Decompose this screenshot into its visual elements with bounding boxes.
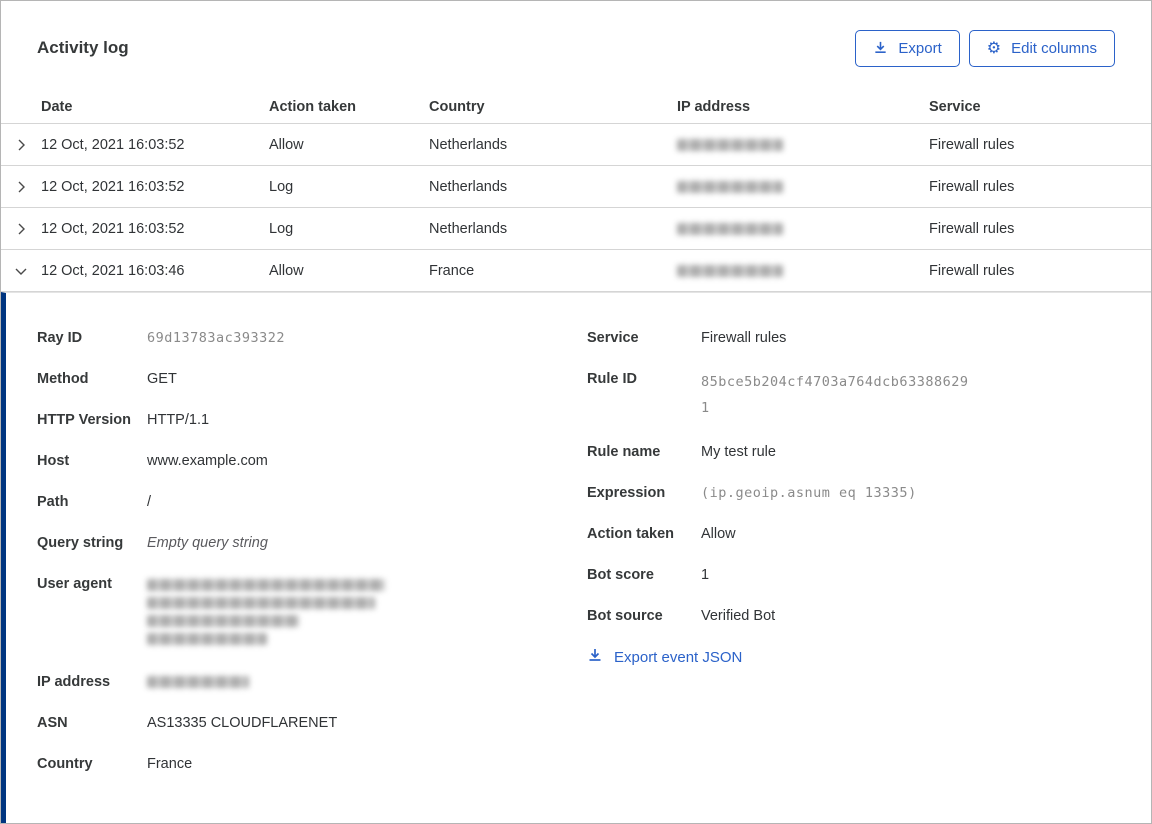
detail-field-ray-id: Ray ID 69d13783ac393322 bbox=[37, 328, 587, 348]
column-header-action-taken: Action taken bbox=[269, 99, 429, 115]
toolbar: Export ⚙ Edit columns bbox=[855, 30, 1115, 67]
download-icon bbox=[873, 40, 888, 58]
asn-value: AS13335 CLOUDFLARENET bbox=[147, 713, 337, 733]
row-ip-redacted bbox=[677, 263, 929, 279]
detail-field-method: Method GET bbox=[37, 369, 587, 389]
export-button-label: Export bbox=[898, 41, 941, 56]
chevron-down-icon bbox=[14, 264, 28, 278]
row-action-taken: Log bbox=[269, 179, 429, 195]
row-service: Firewall rules bbox=[929, 263, 1151, 279]
country-value: France bbox=[147, 754, 192, 774]
table-row-expanded: 12 Oct, 2021 16:03:46 Allow France Firew… bbox=[1, 250, 1151, 292]
table-row: 12 Oct, 2021 16:03:52 Log Netherlands Fi… bbox=[1, 208, 1151, 250]
table-header-row: Date Action taken Country IP address Ser… bbox=[1, 91, 1151, 124]
row-date: 12 Oct, 2021 16:03:46 bbox=[41, 263, 269, 279]
table-row: 12 Oct, 2021 16:03:52 Log Netherlands Fi… bbox=[1, 166, 1151, 208]
row-date: 12 Oct, 2021 16:03:52 bbox=[41, 137, 269, 153]
row-service: Firewall rules bbox=[929, 137, 1151, 153]
detail-field-service: Service Firewall rules bbox=[587, 328, 1115, 348]
gear-icon: ⚙ bbox=[987, 41, 1001, 57]
detail-field-country: Country France bbox=[37, 754, 587, 774]
column-header-ip-address: IP address bbox=[677, 99, 929, 115]
column-header-date: Date bbox=[41, 99, 269, 115]
row-country: Netherlands bbox=[429, 179, 677, 195]
detail-field-host: Host www.example.com bbox=[37, 451, 587, 471]
table-row: 12 Oct, 2021 16:03:52 Allow Netherlands … bbox=[1, 124, 1151, 166]
detail-field-asn: ASN AS13335 CLOUDFLARENET bbox=[37, 713, 587, 733]
column-header-country: Country bbox=[429, 99, 677, 115]
chevron-right-icon bbox=[14, 222, 28, 236]
rule-id-value: 85bce5b204cf4703a764dcb633886291 bbox=[701, 369, 971, 421]
row-service: Firewall rules bbox=[929, 221, 1151, 237]
export-event-json-row: Export event JSON bbox=[587, 647, 1115, 669]
detail-field-ip-address: IP address bbox=[37, 672, 587, 692]
user-agent-value-redacted bbox=[147, 574, 385, 651]
ray-id-value: 69d13783ac393322 bbox=[147, 328, 285, 348]
export-button[interactable]: Export bbox=[855, 30, 959, 67]
chevron-right-icon bbox=[14, 138, 28, 152]
row-action-taken: Allow bbox=[269, 263, 429, 279]
expand-row-button[interactable] bbox=[1, 124, 41, 165]
row-country: Netherlands bbox=[429, 221, 677, 237]
query-string-value: Empty query string bbox=[147, 533, 268, 553]
detail-field-http-version: HTTP Version HTTP/1.1 bbox=[37, 410, 587, 430]
chevron-right-icon bbox=[14, 180, 28, 194]
column-header-service: Service bbox=[929, 99, 1151, 115]
host-value: www.example.com bbox=[147, 451, 268, 471]
ip-address-value-redacted bbox=[147, 672, 249, 692]
expand-row-button[interactable] bbox=[1, 208, 41, 249]
row-country: Netherlands bbox=[429, 137, 677, 153]
row-ip-redacted bbox=[677, 179, 929, 195]
detail-column-right: Service Firewall rules Rule ID 85bce5b20… bbox=[587, 328, 1115, 823]
export-event-json-link[interactable]: Export event JSON bbox=[587, 647, 742, 669]
export-event-json-label: Export event JSON bbox=[614, 648, 742, 668]
row-ip-redacted bbox=[677, 137, 929, 153]
activity-log-page: Activity log Export ⚙ Edit columns Date … bbox=[0, 0, 1152, 824]
row-service: Firewall rules bbox=[929, 179, 1151, 195]
row-country: France bbox=[429, 263, 677, 279]
edit-columns-button[interactable]: ⚙ Edit columns bbox=[969, 30, 1115, 67]
detail-field-user-agent: User agent bbox=[37, 574, 587, 651]
action-taken-value: Allow bbox=[701, 524, 736, 544]
row-action-taken: Allow bbox=[269, 137, 429, 153]
detail-field-bot-source: Bot source Verified Bot bbox=[587, 606, 1115, 626]
rule-name-value: My test rule bbox=[701, 442, 776, 462]
detail-field-expression: Expression (ip.geoip.asnum eq 13335) bbox=[587, 483, 1115, 503]
download-icon bbox=[587, 647, 603, 669]
detail-field-rule-name: Rule name My test rule bbox=[587, 442, 1115, 462]
expression-value: (ip.geoip.asnum eq 13335) bbox=[701, 483, 917, 503]
http-version-value: HTTP/1.1 bbox=[147, 410, 209, 430]
header: Activity log Export ⚙ Edit columns bbox=[1, 1, 1151, 67]
detail-column-left: Ray ID 69d13783ac393322 Method GET HTTP … bbox=[37, 328, 587, 823]
path-value: / bbox=[147, 492, 151, 512]
detail-field-path: Path / bbox=[37, 492, 587, 512]
row-date: 12 Oct, 2021 16:03:52 bbox=[41, 221, 269, 237]
row-date: 12 Oct, 2021 16:03:52 bbox=[41, 179, 269, 195]
detail-field-action-taken: Action taken Allow bbox=[587, 524, 1115, 544]
page-title: Activity log bbox=[37, 30, 129, 58]
method-value: GET bbox=[147, 369, 177, 389]
collapse-row-button[interactable] bbox=[1, 250, 41, 291]
detail-field-bot-score: Bot score 1 bbox=[587, 565, 1115, 585]
service-value: Firewall rules bbox=[701, 328, 786, 348]
row-ip-redacted bbox=[677, 221, 929, 237]
bot-source-value: Verified Bot bbox=[701, 606, 775, 626]
event-detail-panel: Ray ID 69d13783ac393322 Method GET HTTP … bbox=[1, 292, 1151, 823]
bot-score-value: 1 bbox=[701, 565, 709, 585]
edit-columns-button-label: Edit columns bbox=[1011, 41, 1097, 56]
detail-field-rule-id: Rule ID 85bce5b204cf4703a764dcb633886291 bbox=[587, 369, 1115, 421]
row-action-taken: Log bbox=[269, 221, 429, 237]
detail-field-query-string: Query string Empty query string bbox=[37, 533, 587, 553]
expand-row-button[interactable] bbox=[1, 166, 41, 207]
